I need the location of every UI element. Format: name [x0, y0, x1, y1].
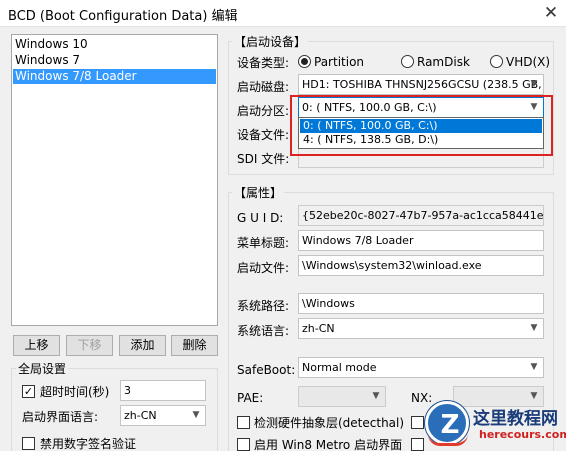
- disable-signature-label: 禁用数字签名验证: [40, 437, 137, 451]
- boot-entry-list[interactable]: Windows 10 Windows 7 Windows 7/8 Loader: [11, 34, 218, 326]
- boot-disk-select[interactable]: HD1: TOSHIBA THNSNJ256GCSU (238.5 GB, C:…: [298, 74, 544, 95]
- device-type-label: 设备类型:: [237, 56, 290, 70]
- system-language-select[interactable]: zh-CN ▼: [298, 318, 544, 339]
- list-item-selected[interactable]: Windows 7/8 Loader: [13, 69, 216, 84]
- chevron-down-icon: ▼: [530, 362, 538, 372]
- ui-language-select[interactable]: zh-CN ▼: [120, 405, 206, 426]
- metro-label: 启用 Win8 Metro 启动界面: [254, 438, 403, 451]
- move-up-button[interactable]: 上移: [13, 335, 60, 356]
- timeout-input[interactable]: 3: [120, 380, 206, 401]
- chevron-down-icon: ▼: [530, 79, 538, 89]
- close-icon[interactable]: ✕: [538, 1, 564, 25]
- list-item[interactable]: Windows 7: [13, 53, 216, 68]
- boot-partition-label: 启动分区:: [237, 104, 290, 118]
- radio-partition[interactable]: [298, 55, 311, 68]
- pae-label: PAE:: [237, 391, 264, 405]
- system-language-value: zh-CN: [302, 322, 335, 335]
- menu-title-input[interactable]: Windows 7/8 Loader: [298, 230, 544, 251]
- ui-language-value: zh-CN: [124, 409, 157, 422]
- radio-vhd-label: VHD(X): [506, 55, 551, 69]
- metro-checkbox[interactable]: [237, 438, 250, 451]
- global-settings-title: 全局设置: [16, 360, 69, 377]
- guid-label: G U I D:: [237, 211, 284, 225]
- system-path-label: 系统路径:: [237, 299, 290, 313]
- watermark-title: 这里教程网: [473, 409, 558, 429]
- pae-select[interactable]: ▼: [298, 386, 386, 407]
- timeout-checkbox[interactable]: ✓: [22, 385, 35, 398]
- logo-icon: Z: [425, 401, 469, 446]
- site-watermark: Z 这里教程网 herecours.com: [423, 395, 566, 451]
- delete-button[interactable]: 删除: [171, 335, 218, 356]
- radio-ramdisk-label: RamDisk: [417, 55, 470, 69]
- detect-hal-checkbox[interactable]: [237, 416, 250, 429]
- disable-signature-checkbox[interactable]: [22, 437, 35, 450]
- safeboot-label: SafeBoot:: [237, 363, 296, 377]
- add-button[interactable]: 添加: [119, 335, 166, 356]
- sdi-file-label: SDI 文件:: [237, 152, 290, 166]
- device-file-label: 设备文件:: [237, 128, 290, 142]
- timeout-label: 超时时间(秒): [40, 385, 110, 399]
- properties-title: 【属性】: [232, 184, 285, 201]
- boot-disk-label: 启动磁盘:: [237, 80, 290, 94]
- ui-language-label: 启动界面语言:: [22, 410, 99, 424]
- boot-device-title: 【启动设备】: [232, 33, 309, 50]
- radio-vhd[interactable]: [490, 55, 503, 68]
- system-path-input[interactable]: \Windows: [298, 293, 544, 314]
- list-item[interactable]: Windows 10: [13, 37, 216, 52]
- safeboot-select[interactable]: Normal mode ▼: [298, 357, 544, 378]
- guid-field: {52ebe20c-8027-47b7-957a-ac1cca58441e}: [298, 205, 544, 226]
- move-down-button[interactable]: 下移: [66, 335, 113, 356]
- boot-file-input[interactable]: \Windows\system32\winload.exe: [298, 255, 544, 276]
- chevron-down-icon: ▼: [192, 410, 200, 420]
- watermark-url: herecours.com: [479, 428, 566, 441]
- chevron-down-icon: ▼: [372, 391, 380, 401]
- title-bar: BCD (Boot Configuration Data) 编辑 ✕: [0, 0, 566, 27]
- chevron-down-icon: ▼: [530, 323, 538, 333]
- boot-disk-value: HD1: TOSHIBA THNSNJ256GCSU (238.5 GB, C:: [302, 78, 544, 91]
- boot-file-label: 启动文件:: [237, 261, 290, 275]
- window-title: BCD (Boot Configuration Data) 编辑: [8, 9, 238, 24]
- safeboot-value: Normal mode: [302, 361, 377, 374]
- detect-hal-label: 检测硬件抽象层(detecthal): [254, 416, 405, 430]
- menu-title-label: 菜单标题:: [237, 236, 290, 250]
- system-language-label: 系统语言:: [237, 324, 290, 338]
- radio-ramdisk[interactable]: [401, 55, 414, 68]
- radio-partition-label: Partition: [314, 55, 365, 69]
- highlight-annotation: [290, 95, 553, 156]
- logo-swoosh: [428, 434, 468, 446]
